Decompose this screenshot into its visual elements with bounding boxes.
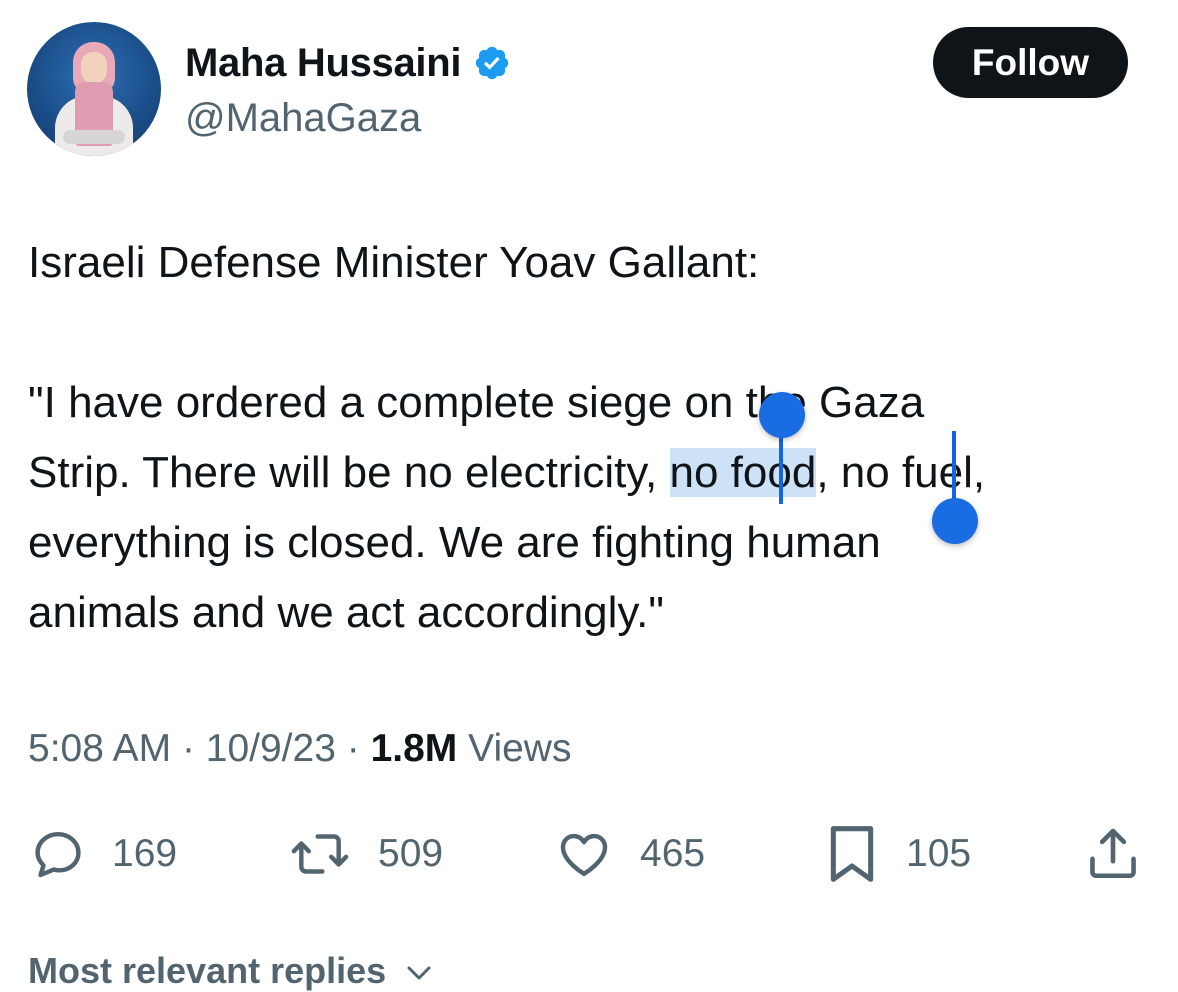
bookmark-button[interactable]: 105 (824, 822, 971, 886)
selected-text[interactable]: no food (669, 448, 817, 497)
share-button[interactable] (1084, 822, 1142, 886)
heart-icon (560, 833, 608, 877)
follow-button[interactable]: Follow (933, 27, 1128, 98)
replies-sort-dropdown[interactable]: Most relevant replies (28, 950, 434, 992)
author-name-row: Maha Hussaini (185, 40, 511, 86)
author-handle[interactable]: @MahaGaza (185, 96, 421, 141)
avatar[interactable] (27, 22, 161, 156)
selection-end-handle[interactable] (932, 498, 978, 544)
reply-count: 169 (112, 832, 178, 875)
tweet-text-line-3: Strip. There will be no electricity, no … (28, 448, 985, 498)
bookmark-icon (830, 826, 874, 882)
like-button[interactable]: 465 (554, 822, 705, 886)
reply-icon (35, 831, 81, 878)
reply-button[interactable]: 169 (30, 822, 177, 886)
avatar-arms-shape (63, 130, 125, 144)
tweet-text-line-4: everything is closed. We are fighting hu… (28, 518, 881, 567)
tweet-date[interactable]: 10/9/23 (206, 727, 336, 770)
avatar-face-shape (81, 52, 107, 84)
share-icon (1090, 828, 1136, 879)
chevron-down-icon (407, 966, 431, 980)
repost-count: 509 (378, 832, 444, 875)
verified-badge-icon[interactable] (473, 44, 511, 82)
views-label: Views (468, 727, 572, 770)
meta-separator: · (346, 727, 360, 770)
tweet-text-line-5: animals and we act accordingly." (28, 588, 665, 637)
bookmark-count: 105 (906, 832, 972, 875)
tweet-text-line-3-after: , no fuel, (816, 448, 986, 497)
tweet-meta: 5:08 AM · 10/9/23 · 1.8M Views (28, 727, 571, 771)
replies-sort-label: Most relevant replies (28, 950, 387, 991)
tweet-action-bar: 169 509 465 105 (0, 822, 1178, 886)
tweet-text-line-1: Israeli Defense Minister Yoav Gallant: (28, 238, 760, 287)
views-count[interactable]: 1.8M (371, 727, 458, 770)
tweet-time[interactable]: 5:08 AM (28, 727, 171, 770)
tweet-text-line-3-before: Strip. There will be no electricity, (28, 448, 670, 497)
selection-start-handle[interactable] (759, 392, 805, 438)
repost-button[interactable]: 509 (288, 822, 443, 886)
author-display-name[interactable]: Maha Hussaini (185, 41, 461, 86)
repost-icon (291, 834, 349, 874)
meta-separator: · (181, 727, 195, 770)
like-count: 465 (640, 832, 706, 875)
